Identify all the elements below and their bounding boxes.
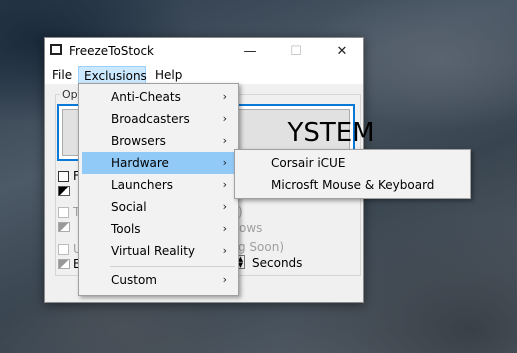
- title-bar: FreezeToStock — ☐ ✕: [45, 38, 363, 64]
- menu-item-browsers[interactable]: Browsers ›: [82, 130, 235, 152]
- option-text-soon: g Soon): [238, 240, 285, 254]
- exclusions-menu: Anti-Cheats › Broadcasters › Browsers › …: [78, 83, 239, 296]
- app-icon: [50, 44, 62, 55]
- option-icon-3: [58, 259, 70, 269]
- menu-item-virtual-reality[interactable]: Virtual Reality ›: [82, 240, 235, 262]
- menu-item-tools[interactable]: Tools ›: [82, 218, 235, 240]
- submenu-item-corsair-icue[interactable]: Corsair iCUE: [238, 152, 467, 174]
- window-title: FreezeToStock: [69, 44, 154, 58]
- chevron-right-icon: ›: [222, 156, 227, 169]
- close-button[interactable]: ✕: [319, 38, 365, 64]
- option-icon-2: [58, 222, 70, 232]
- hardware-submenu: Corsair iCUE Microsft Mouse & Keyboard: [234, 149, 471, 199]
- seconds-label: Seconds: [252, 256, 303, 270]
- menu-separator: [110, 266, 235, 267]
- option-icon-1: [58, 186, 70, 196]
- maximize-button[interactable]: ☐: [273, 38, 319, 64]
- chevron-right-icon: ›: [222, 244, 227, 257]
- option-checkbox-3[interactable]: [58, 244, 69, 255]
- submenu-item-microsoft-mouse-keyboard[interactable]: Microsft Mouse & Keyboard: [238, 174, 467, 196]
- menu-help[interactable]: Help: [151, 66, 186, 84]
- chevron-right-icon: ›: [222, 178, 227, 191]
- chevron-right-icon: ›: [222, 273, 227, 286]
- option-text-ows: ows: [239, 221, 263, 235]
- option-checkbox-1[interactable]: [58, 171, 69, 182]
- menu-item-broadcasters[interactable]: Broadcasters ›: [82, 108, 235, 130]
- chevron-right-icon: ›: [222, 222, 227, 235]
- chevron-right-icon: ›: [222, 200, 227, 213]
- menu-item-anti-cheats[interactable]: Anti-Cheats ›: [82, 86, 235, 108]
- option-checkbox-2[interactable]: [58, 207, 69, 218]
- menu-item-social[interactable]: Social ›: [82, 196, 235, 218]
- menu-exclusions[interactable]: Exclusions: [78, 66, 147, 84]
- chevron-right-icon: ›: [222, 112, 227, 125]
- minimize-button[interactable]: —: [227, 38, 273, 64]
- menu-file[interactable]: File: [48, 66, 76, 84]
- menu-bar: File Exclusions Help: [45, 64, 363, 84]
- chevron-right-icon: ›: [222, 90, 227, 103]
- freeze-system-label: YSTEM: [287, 117, 375, 148]
- menu-item-hardware[interactable]: Hardware ›: [82, 152, 235, 174]
- menu-item-launchers[interactable]: Launchers ›: [82, 174, 235, 196]
- chevron-right-icon: ›: [222, 134, 227, 147]
- menu-item-custom[interactable]: Custom ›: [82, 269, 235, 291]
